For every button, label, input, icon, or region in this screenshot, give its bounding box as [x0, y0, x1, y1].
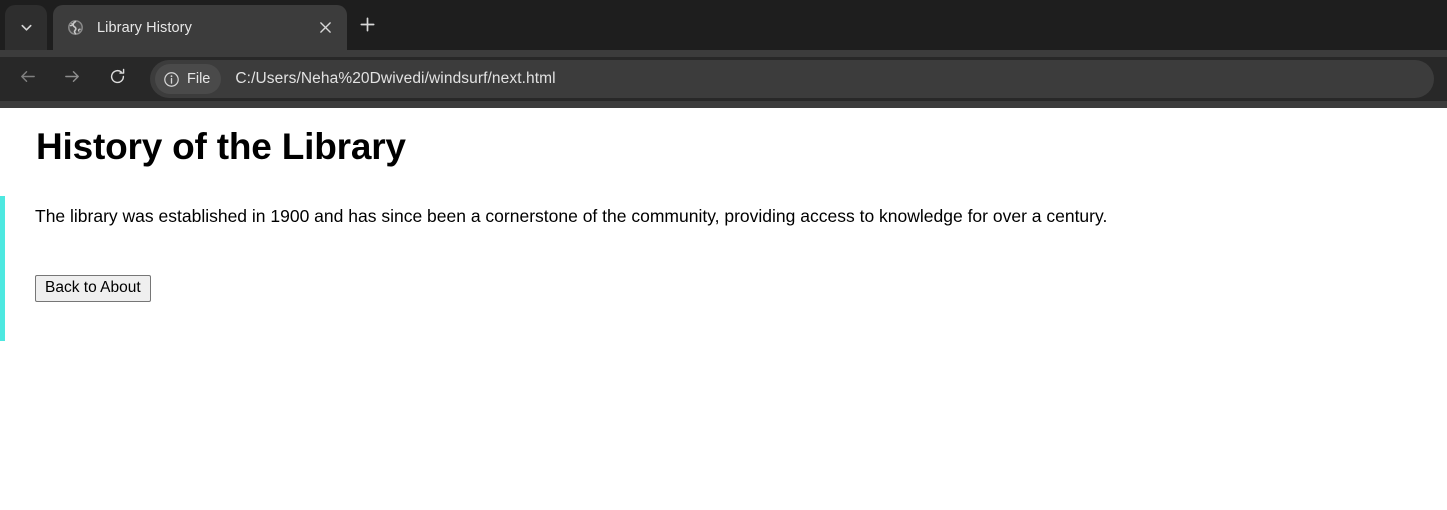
arrow-left-icon — [18, 67, 37, 91]
reload-icon — [108, 67, 127, 91]
reload-button[interactable] — [103, 65, 131, 93]
accent-bar — [0, 196, 5, 341]
page-viewport: History of the Library The library was e… — [0, 108, 1447, 510]
address-bar[interactable]: File C:/Users/Neha%20Dwivedi/windsurf/ne… — [150, 60, 1434, 98]
close-icon[interactable] — [312, 15, 338, 41]
forward-button[interactable] — [58, 65, 86, 93]
tab-strip: Library History — [0, 0, 1447, 50]
browser-toolbar: File C:/Users/Neha%20Dwivedi/windsurf/ne… — [0, 57, 1447, 101]
arrow-right-icon — [63, 67, 82, 91]
page-title: History of the Library — [36, 126, 406, 167]
site-info-label: File — [187, 71, 211, 87]
browser-window: Library History File C:/Users/Neha%20Dwi… — [0, 0, 1447, 510]
chevron-down-icon — [19, 20, 34, 35]
back-to-about-button[interactable]: Back to About — [35, 275, 151, 302]
page-paragraph: The library was established in 1900 and … — [35, 206, 1108, 226]
globe-icon — [67, 19, 84, 36]
site-info-button[interactable]: File — [155, 64, 222, 94]
tab-search-button[interactable] — [5, 5, 47, 50]
plus-icon — [359, 16, 376, 38]
info-circle-icon — [163, 71, 180, 88]
address-bar-url[interactable]: C:/Users/Neha%20Dwivedi/windsurf/next.ht… — [235, 70, 555, 88]
back-button[interactable] — [13, 65, 41, 93]
tab-title: Library History — [97, 19, 192, 36]
browser-tab[interactable]: Library History — [53, 5, 347, 50]
tab-strip-underline — [0, 50, 1447, 57]
toolbar-bottom-border — [0, 101, 1447, 108]
new-tab-button[interactable] — [352, 12, 382, 42]
